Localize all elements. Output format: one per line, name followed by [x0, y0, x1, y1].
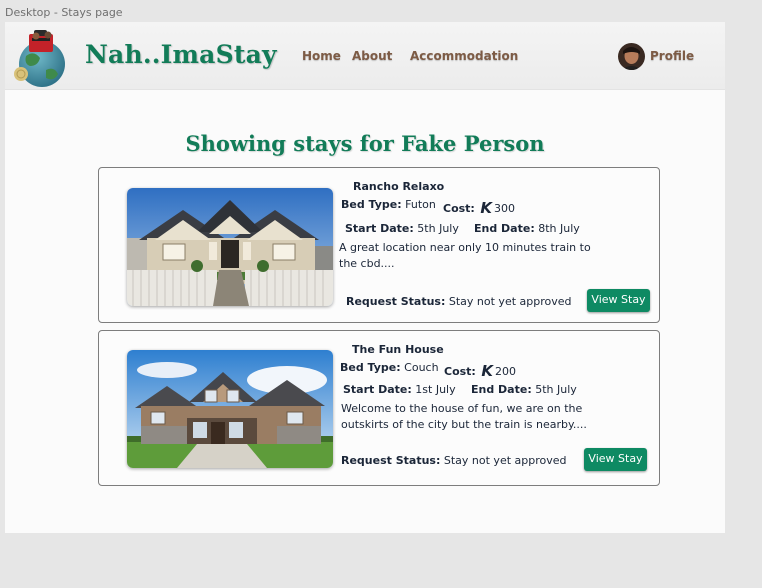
cost-row: Cost: K 200: [444, 361, 516, 380]
stay-description: Welcome to the house of fun, we are on t…: [341, 402, 587, 431]
nav-home-link[interactable]: Home: [302, 49, 341, 63]
profile-avatar[interactable]: [618, 43, 645, 70]
request-status-row: Request Status: Stay not yet approved: [341, 454, 567, 467]
top-navbar: Nah..ImaStay Home About Accommodation Pr…: [5, 22, 725, 90]
request-status-label: Request Status:: [341, 454, 441, 467]
request-status-label: Request Status:: [346, 295, 446, 308]
request-status-value: Stay not yet approved: [443, 454, 567, 467]
brand-name[interactable]: Nah..ImaStay: [85, 40, 277, 69]
bed-type-row: Bed Type: Couch: [340, 361, 439, 374]
bed-type-label: Bed Type:: [340, 361, 401, 374]
nav-about-link[interactable]: About: [352, 49, 392, 63]
frame-label: Desktop - Stays page: [5, 6, 123, 19]
end-date-label: End Date:: [474, 222, 535, 235]
cost-label: Cost:: [443, 202, 475, 215]
end-date-row: End Date: 5th July: [471, 383, 577, 396]
stay-card: Rancho Relaxo Bed Type: Futon Cost: K 300…: [98, 167, 660, 323]
profile-link[interactable]: Profile: [650, 49, 694, 63]
bed-type-row: Bed Type: Futon: [341, 198, 436, 211]
nav-accommodation-link[interactable]: Accommodation: [410, 49, 518, 63]
start-date-label: Start Date:: [345, 222, 414, 235]
view-stay-button[interactable]: View Stay: [584, 448, 647, 471]
end-date-value: 5th July: [535, 383, 577, 396]
stay-photo-bungalow: [127, 188, 333, 306]
start-date-row: Start Date: 5th July: [345, 222, 459, 235]
request-status-value: Stay not yet approved: [448, 295, 572, 308]
bed-type-value: Futon: [405, 198, 436, 211]
stay-card: The Fun House Bed Type: Couch Cost: K 200…: [98, 330, 660, 486]
page-title: Showing stays for Fake Person: [185, 131, 545, 156]
stay-title: Rancho Relaxo: [353, 180, 445, 193]
bed-type-value: Couch: [404, 361, 439, 374]
start-date-row: Start Date: 1st July: [343, 383, 456, 396]
stay-photo-farmhouse: [127, 350, 333, 468]
request-status-row: Request Status: Stay not yet approved: [346, 295, 572, 308]
cost-row: Cost: K 300: [443, 198, 515, 217]
bed-type-label: Bed Type:: [341, 198, 402, 211]
cost-value: 200: [494, 365, 516, 378]
k-currency-icon: K: [480, 199, 492, 217]
k-currency-icon: K: [481, 362, 493, 380]
end-date-row: End Date: 8th July: [474, 222, 580, 235]
globe-luggage-logo-icon[interactable]: [14, 26, 70, 88]
end-date-value: 8th July: [538, 222, 580, 235]
cost-label: Cost:: [444, 365, 476, 378]
start-date-value: 1st July: [415, 383, 456, 396]
start-date-label: Start Date:: [343, 383, 412, 396]
stays-page: Nah..ImaStay Home About Accommodation Pr…: [5, 22, 725, 533]
start-date-value: 5th July: [417, 222, 459, 235]
end-date-label: End Date:: [471, 383, 532, 396]
stay-title: The Fun House: [352, 343, 444, 356]
cost-value: 300: [493, 202, 515, 215]
stay-description: A great location near only 10 minutes tr…: [339, 241, 591, 270]
view-stay-button[interactable]: View Stay: [587, 289, 650, 312]
